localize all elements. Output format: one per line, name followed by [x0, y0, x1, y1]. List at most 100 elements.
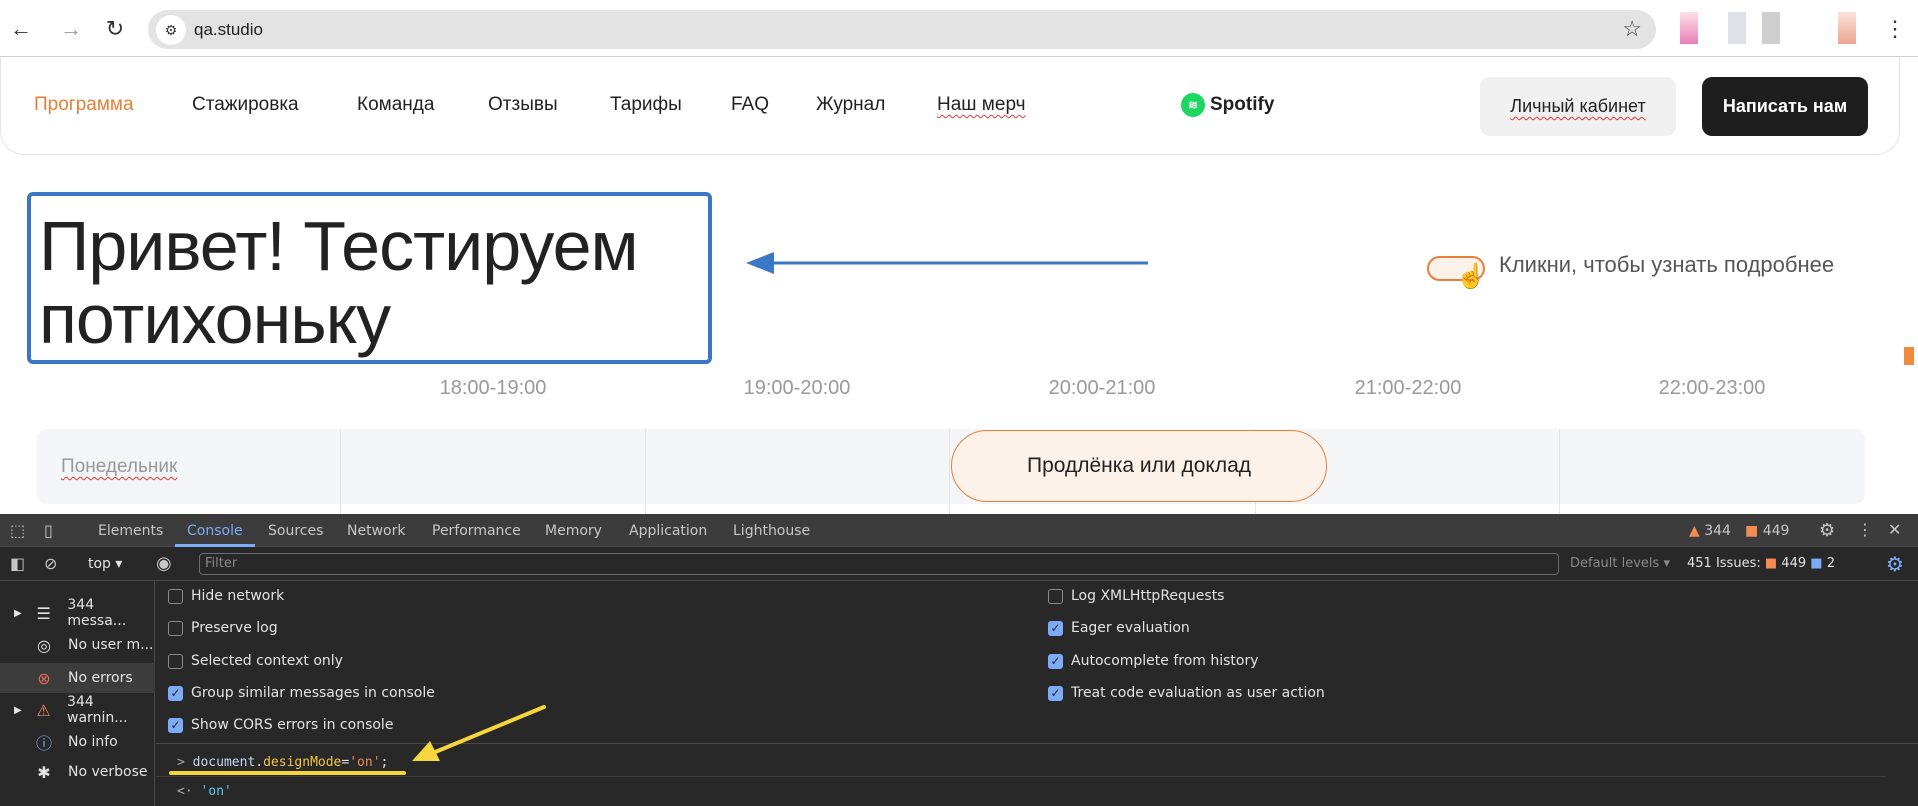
nav-faq[interactable]: FAQ — [731, 94, 769, 116]
nav-team[interactable]: Команда — [357, 94, 434, 116]
nav-internship[interactable]: Стажировка — [192, 94, 299, 116]
console-toolbar: ◧ ⊘ top ▾ ◉ Filter Default levels ▾ 451 … — [0, 547, 1918, 581]
setting-checkbox[interactable]: Log XMLHttpRequests — [1048, 588, 1224, 604]
setting-label: Log XMLHttpRequests — [1071, 588, 1225, 604]
console-settings-icon[interactable]: ⚙ — [1886, 552, 1904, 576]
checkbox[interactable] — [168, 588, 183, 604]
setting-checkbox[interactable]: Hide network — [168, 588, 284, 604]
setting-checkbox[interactable]: ✓ Eager evaluation — [1048, 620, 1190, 636]
sidebar-warnings[interactable]: ▶ ⚠ 344 warnin... — [0, 694, 155, 726]
checkbox[interactable] — [168, 653, 183, 669]
hero-highlight-box: Привет! Тестируем потихоньку — [27, 192, 712, 364]
code-string: 'on' — [349, 755, 381, 770]
checkbox[interactable]: ✓ — [1048, 653, 1063, 669]
forward-icon[interactable]: → — [56, 16, 86, 42]
device-toolbar-icon[interactable]: ▯ — [44, 521, 53, 540]
column-divider — [340, 429, 341, 514]
address-bar[interactable]: ⚙ qa.studio ☆ — [148, 10, 1656, 49]
contact-us-button[interactable]: Написать нам — [1702, 77, 1868, 136]
tab-elements[interactable]: Elements — [98, 523, 163, 539]
menu-dots-icon[interactable]: ⋮ — [1880, 16, 1910, 42]
sidebar-user-messages[interactable]: ◎ No user m... — [0, 630, 155, 660]
code-object: document — [192, 755, 256, 770]
filter-input[interactable]: Filter — [199, 553, 1559, 575]
checkbox[interactable] — [168, 620, 183, 636]
spotify-logo[interactable]: ≋ Spotify — [1181, 93, 1274, 117]
issues-count: 449 — [1762, 523, 1790, 539]
sidebar-messages[interactable]: ▶ ☰ 344 messa... — [0, 597, 155, 629]
annotation-underline — [169, 771, 406, 775]
back-icon[interactable]: ← — [6, 16, 36, 42]
issues-counter[interactable]: ■ 449 — [1745, 523, 1789, 539]
tab-console[interactable]: Console — [187, 523, 243, 539]
hero-title[interactable]: Привет! Тестируем потихоньку — [39, 210, 708, 356]
day-label: Понедельник — [61, 456, 178, 477]
context-select[interactable]: top ▾ — [88, 556, 122, 572]
setting-label: Show CORS errors in console — [191, 717, 394, 733]
warning-icon: ⚠ — [36, 700, 51, 720]
annotation-arrow-yellow — [412, 705, 546, 761]
extension-icon[interactable] — [1762, 12, 1780, 44]
checkbox[interactable]: ✓ — [1048, 685, 1063, 701]
settings-gear-icon[interactable]: ⚙ — [1819, 520, 1835, 541]
checkbox[interactable]: ✓ — [1048, 620, 1063, 636]
nav-pricing[interactable]: Тарифы — [610, 94, 682, 116]
personal-account-button[interactable]: Личный кабинет — [1480, 77, 1676, 136]
event-pill[interactable]: Продлёнка или доклад — [951, 430, 1327, 502]
more-options-icon[interactable]: ⋮ — [1857, 520, 1873, 539]
console-input-line[interactable]: > document.designMode='on'; — [177, 755, 388, 770]
extension-icon[interactable] — [1680, 12, 1698, 44]
nav-merch[interactable]: Наш мерч — [937, 94, 1026, 116]
setting-checkbox[interactable]: ✓ Group similar messages in console — [168, 685, 435, 701]
spotify-label: Spotify — [1210, 94, 1275, 115]
scrollbar-thumb[interactable] — [1904, 347, 1914, 365]
sidebar-label: No info — [68, 734, 118, 750]
setting-label: Selected context only — [191, 653, 343, 669]
issues-link[interactable]: 451 Issues: ■ 449 ■ 2 — [1687, 556, 1835, 571]
tab-application[interactable]: Application — [629, 523, 707, 539]
reload-icon[interactable]: ↻ — [100, 16, 130, 42]
live-expression-eye-icon[interactable]: ◉ — [156, 553, 172, 574]
setting-checkbox[interactable]: Selected context only — [168, 653, 343, 669]
clear-console-icon[interactable]: ⊘ — [44, 554, 57, 573]
bookmark-star-icon[interactable]: ☆ — [1622, 16, 1642, 42]
tab-memory[interactable]: Memory — [545, 523, 602, 539]
extension-icon[interactable] — [1728, 12, 1746, 44]
nav-reviews[interactable]: Отзывы — [488, 94, 558, 116]
levels-label: Default levels — [1570, 556, 1660, 571]
sidebar-verbose[interactable]: ✱ No verbose — [0, 757, 155, 787]
checkbox[interactable]: ✓ — [168, 717, 183, 733]
sidebar-info[interactable]: ⓘ No info — [0, 727, 155, 757]
setting-checkbox[interactable]: ✓ Treat code evaluation as user action — [1048, 685, 1325, 701]
close-icon[interactable]: ✕ — [1888, 520, 1901, 539]
prompt-chevron-icon: > — [177, 755, 193, 770]
annotation-arrow-left — [746, 252, 1148, 274]
tab-sources[interactable]: Sources — [268, 523, 323, 539]
console-sidebar: ▶ ☰ 344 messa... ◎ No user m... ⊗ No errors … — [0, 581, 155, 806]
column-divider — [1559, 429, 1560, 514]
setting-label: Group similar messages in console — [191, 685, 435, 701]
warnings-counter[interactable]: ▲ 344 — [1689, 523, 1731, 539]
user-icon: ◎ — [37, 635, 51, 655]
list-icon: ☰ — [36, 603, 51, 623]
profile-avatar[interactable] — [1838, 12, 1856, 44]
setting-checkbox[interactable]: ✓ Show CORS errors in console — [168, 717, 393, 733]
sidebar-toggle-icon[interactable]: ◧ — [10, 554, 25, 573]
nav-programma[interactable]: Программа — [34, 94, 134, 116]
setting-checkbox[interactable]: ✓ Autocomplete from history — [1048, 653, 1259, 669]
inspect-element-icon[interactable]: ⬚ — [10, 521, 25, 540]
checkbox[interactable] — [1048, 588, 1063, 604]
context-value: top — [88, 556, 111, 572]
info-issue-icon: ■ — [1810, 556, 1823, 571]
checkbox[interactable]: ✓ — [168, 685, 183, 701]
nav-journal[interactable]: Журнал — [816, 94, 885, 116]
log-levels-select[interactable]: Default levels ▾ — [1570, 556, 1670, 571]
time-slot: 18:00-19:00 — [439, 377, 547, 399]
tab-lighthouse[interactable]: Lighthouse — [733, 523, 810, 539]
tab-performance[interactable]: Performance — [432, 523, 521, 539]
site-settings-icon[interactable]: ⚙ — [156, 15, 186, 45]
sidebar-errors[interactable]: ⊗ No errors — [0, 663, 155, 693]
devtools-tabbar: ⬚ ▯ Elements Console Sources Network Per… — [0, 514, 1918, 547]
setting-checkbox[interactable]: Preserve log — [168, 620, 278, 636]
tab-network[interactable]: Network — [347, 523, 405, 539]
